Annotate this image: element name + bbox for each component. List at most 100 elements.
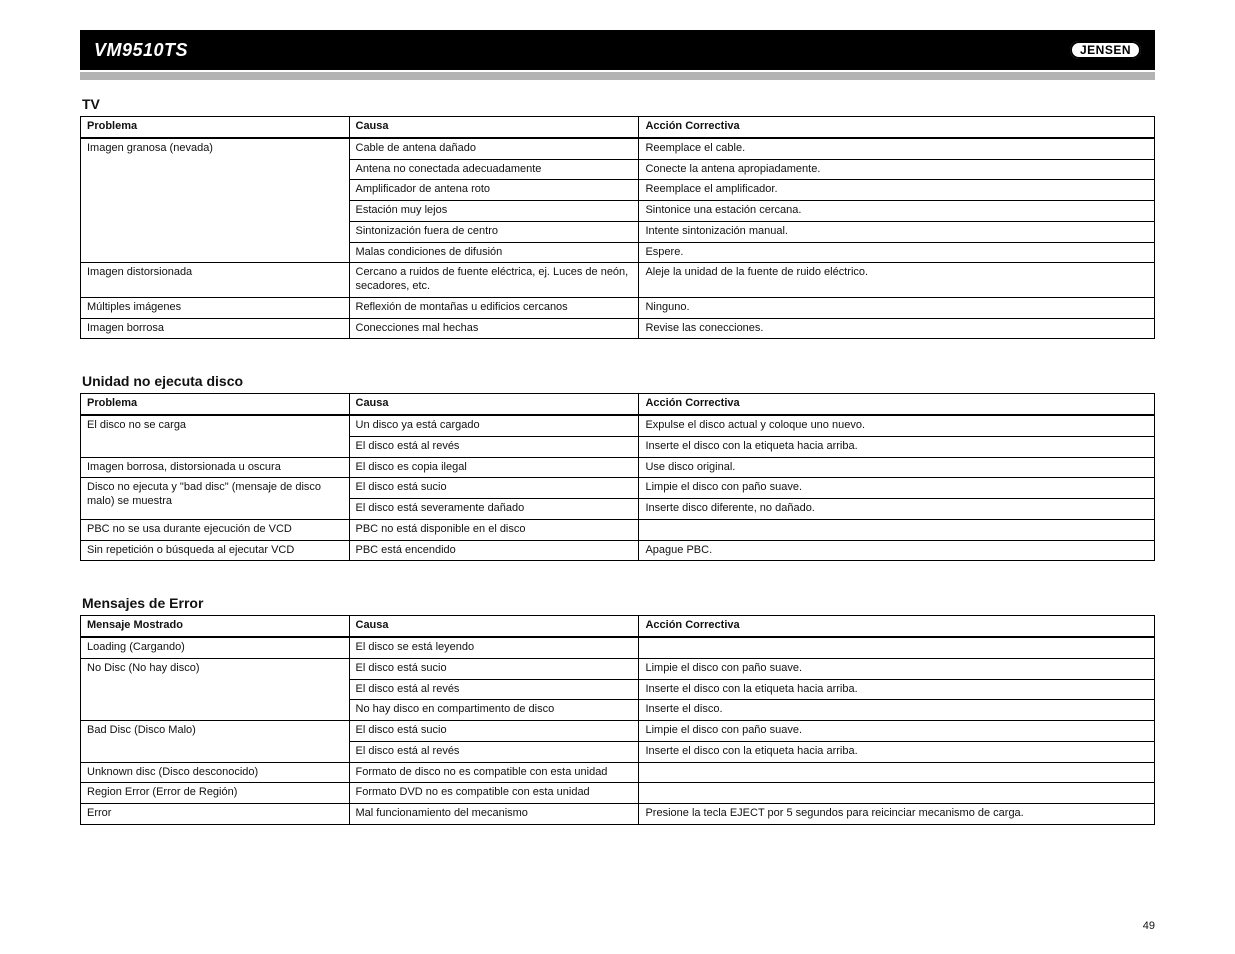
cell-action: Limpie el disco con paño suave.	[639, 721, 1155, 742]
cell-problem: El disco no se carga	[81, 415, 350, 457]
cell-cause: Malas condiciones de difusión	[349, 242, 639, 263]
cell-cause: El disco está al revés	[349, 679, 639, 700]
cell-action: Revise las conecciones.	[639, 318, 1155, 339]
table-row: Imagen granosa (nevada)Cable de antena d…	[81, 138, 1155, 159]
cell-problem: Disco no ejecuta y "bad disc" (mensaje d…	[81, 478, 350, 520]
cell-problem: No Disc (No hay disco)	[81, 658, 350, 720]
cell-cause: Amplificador de antena roto	[349, 180, 639, 201]
cell-action: Use disco original.	[639, 457, 1155, 478]
col-header: Causa	[349, 394, 639, 415]
cell-cause: Sintonización fuera de centro	[349, 221, 639, 242]
cell-cause: El disco está sucio	[349, 658, 639, 679]
cell-problem: Region Error (Error de Región)	[81, 783, 350, 804]
cell-cause: PBC está encendido	[349, 540, 639, 561]
cell-action: Inserte el disco.	[639, 700, 1155, 721]
cell-action: Ninguno.	[639, 297, 1155, 318]
cell-cause: El disco está severamente dañado	[349, 499, 639, 520]
cell-problem: Imagen distorsionada	[81, 263, 350, 298]
header-bar: VM9510TS JENSEN	[80, 30, 1155, 70]
table-row: Imagen borrosa, distorsionada u oscuraEl…	[81, 457, 1155, 478]
table-header-row: Problema Causa Acción Correctiva	[81, 117, 1155, 138]
cell-cause: El disco se está leyendo	[349, 637, 639, 658]
cell-cause: El disco es copia ilegal	[349, 457, 639, 478]
cell-problem: Múltiples imágenes	[81, 297, 350, 318]
col-header: Acción Correctiva	[639, 394, 1155, 415]
table-row: Bad Disc (Disco Malo)El disco está sucio…	[81, 721, 1155, 742]
brand-logo: JENSEN	[1070, 41, 1141, 59]
table-row: Loading (Cargando)El disco se está leyen…	[81, 637, 1155, 658]
cell-action: Reemplace el amplificador.	[639, 180, 1155, 201]
cell-cause: Formato DVD no es compatible con esta un…	[349, 783, 639, 804]
cell-cause: Conecciones mal hechas	[349, 318, 639, 339]
cell-cause: Cercano a ruidos de fuente eléctrica, ej…	[349, 263, 639, 298]
cell-action: Reemplace el cable.	[639, 138, 1155, 159]
table-tv: Problema Causa Acción Correctiva Imagen …	[80, 116, 1155, 339]
col-header: Problema	[81, 117, 350, 138]
cell-cause: El disco está al revés	[349, 741, 639, 762]
cell-problem: Imagen granosa (nevada)	[81, 138, 350, 263]
cell-action: Espere.	[639, 242, 1155, 263]
product-title: VM9510TS	[94, 40, 188, 61]
cell-problem: Sin repetición o búsqueda al ejecutar VC…	[81, 540, 350, 561]
cell-problem: PBC no se usa durante ejecución de VCD	[81, 519, 350, 540]
cell-action: Aleje la unidad de la fuente de ruido el…	[639, 263, 1155, 298]
cell-action	[639, 637, 1155, 658]
table-row: PBC no se usa durante ejecución de VCDPB…	[81, 519, 1155, 540]
section-heading-tv: TV	[82, 96, 1155, 112]
table-row: Unknown disc (Disco desconocido)Formato …	[81, 762, 1155, 783]
cell-problem: Bad Disc (Disco Malo)	[81, 721, 350, 763]
table-codes: Mensaje Mostrado Causa Acción Correctiva…	[80, 615, 1155, 825]
col-header: Acción Correctiva	[639, 616, 1155, 637]
table-row: Imagen distorsionadaCercano a ruidos de …	[81, 263, 1155, 298]
cell-cause: El disco está sucio	[349, 721, 639, 742]
table-header-row: Mensaje Mostrado Causa Acción Correctiva	[81, 616, 1155, 637]
cell-action: Sintonice una estación cercana.	[639, 201, 1155, 222]
table-row: Disco no ejecuta y "bad disc" (mensaje d…	[81, 478, 1155, 499]
cell-action: Conecte la antena apropiadamente.	[639, 159, 1155, 180]
cell-cause: Antena no conectada adecuadamente	[349, 159, 639, 180]
page-number: 49	[1143, 920, 1155, 932]
table-row: Sin repetición o búsqueda al ejecutar VC…	[81, 540, 1155, 561]
cell-action: Limpie el disco con paño suave.	[639, 658, 1155, 679]
col-header: Acción Correctiva	[639, 117, 1155, 138]
col-header: Mensaje Mostrado	[81, 616, 350, 637]
cell-action: Inserte disco diferente, no dañado.	[639, 499, 1155, 520]
cell-problem: Imagen borrosa, distorsionada u oscura	[81, 457, 350, 478]
cell-cause: Un disco ya está cargado	[349, 415, 639, 436]
cell-action: Inserte el disco con la etiqueta hacia a…	[639, 679, 1155, 700]
cell-action: Limpie el disco con paño suave.	[639, 478, 1155, 499]
cell-cause: El disco está al revés	[349, 436, 639, 457]
table-row: El disco no se cargaUn disco ya está car…	[81, 415, 1155, 436]
cell-action	[639, 519, 1155, 540]
col-header: Causa	[349, 616, 639, 637]
cell-cause: PBC no está disponible en el disco	[349, 519, 639, 540]
cell-action: Expulse el disco actual y coloque uno nu…	[639, 415, 1155, 436]
col-header: Problema	[81, 394, 350, 415]
cell-action	[639, 762, 1155, 783]
section-heading-codes: Mensajes de Error	[82, 595, 1155, 611]
table-row: Múltiples imágenesReflexión de montañas …	[81, 297, 1155, 318]
section-heading-cd: Unidad no ejecuta disco	[82, 373, 1155, 389]
cell-problem: Imagen borrosa	[81, 318, 350, 339]
cell-cause: Mal funcionamiento del mecanismo	[349, 804, 639, 825]
cell-action: Inserte el disco con la etiqueta hacia a…	[639, 436, 1155, 457]
divider-strip	[80, 72, 1155, 80]
table-row: No Disc (No hay disco)El disco está suci…	[81, 658, 1155, 679]
cell-problem: Loading (Cargando)	[81, 637, 350, 658]
col-header: Causa	[349, 117, 639, 138]
table-row: Imagen borrosaConecciones mal hechasRevi…	[81, 318, 1155, 339]
cell-action: Inserte el disco con la etiqueta hacia a…	[639, 741, 1155, 762]
table-row: Region Error (Error de Región)Formato DV…	[81, 783, 1155, 804]
cell-cause: No hay disco en compartimento de disco	[349, 700, 639, 721]
cell-cause: El disco está sucio	[349, 478, 639, 499]
cell-action	[639, 783, 1155, 804]
cell-cause: Reflexión de montañas u edificios cercan…	[349, 297, 639, 318]
cell-problem: Unknown disc (Disco desconocido)	[81, 762, 350, 783]
table-cd: Problema Causa Acción Correctiva El disc…	[80, 393, 1155, 561]
table-row: ErrorMal funcionamiento del mecanismoPre…	[81, 804, 1155, 825]
cell-cause: Estación muy lejos	[349, 201, 639, 222]
cell-action: Presione la tecla EJECT por 5 segundos p…	[639, 804, 1155, 825]
table-header-row: Problema Causa Acción Correctiva	[81, 394, 1155, 415]
cell-cause: Cable de antena dañado	[349, 138, 639, 159]
cell-action: Apague PBC.	[639, 540, 1155, 561]
